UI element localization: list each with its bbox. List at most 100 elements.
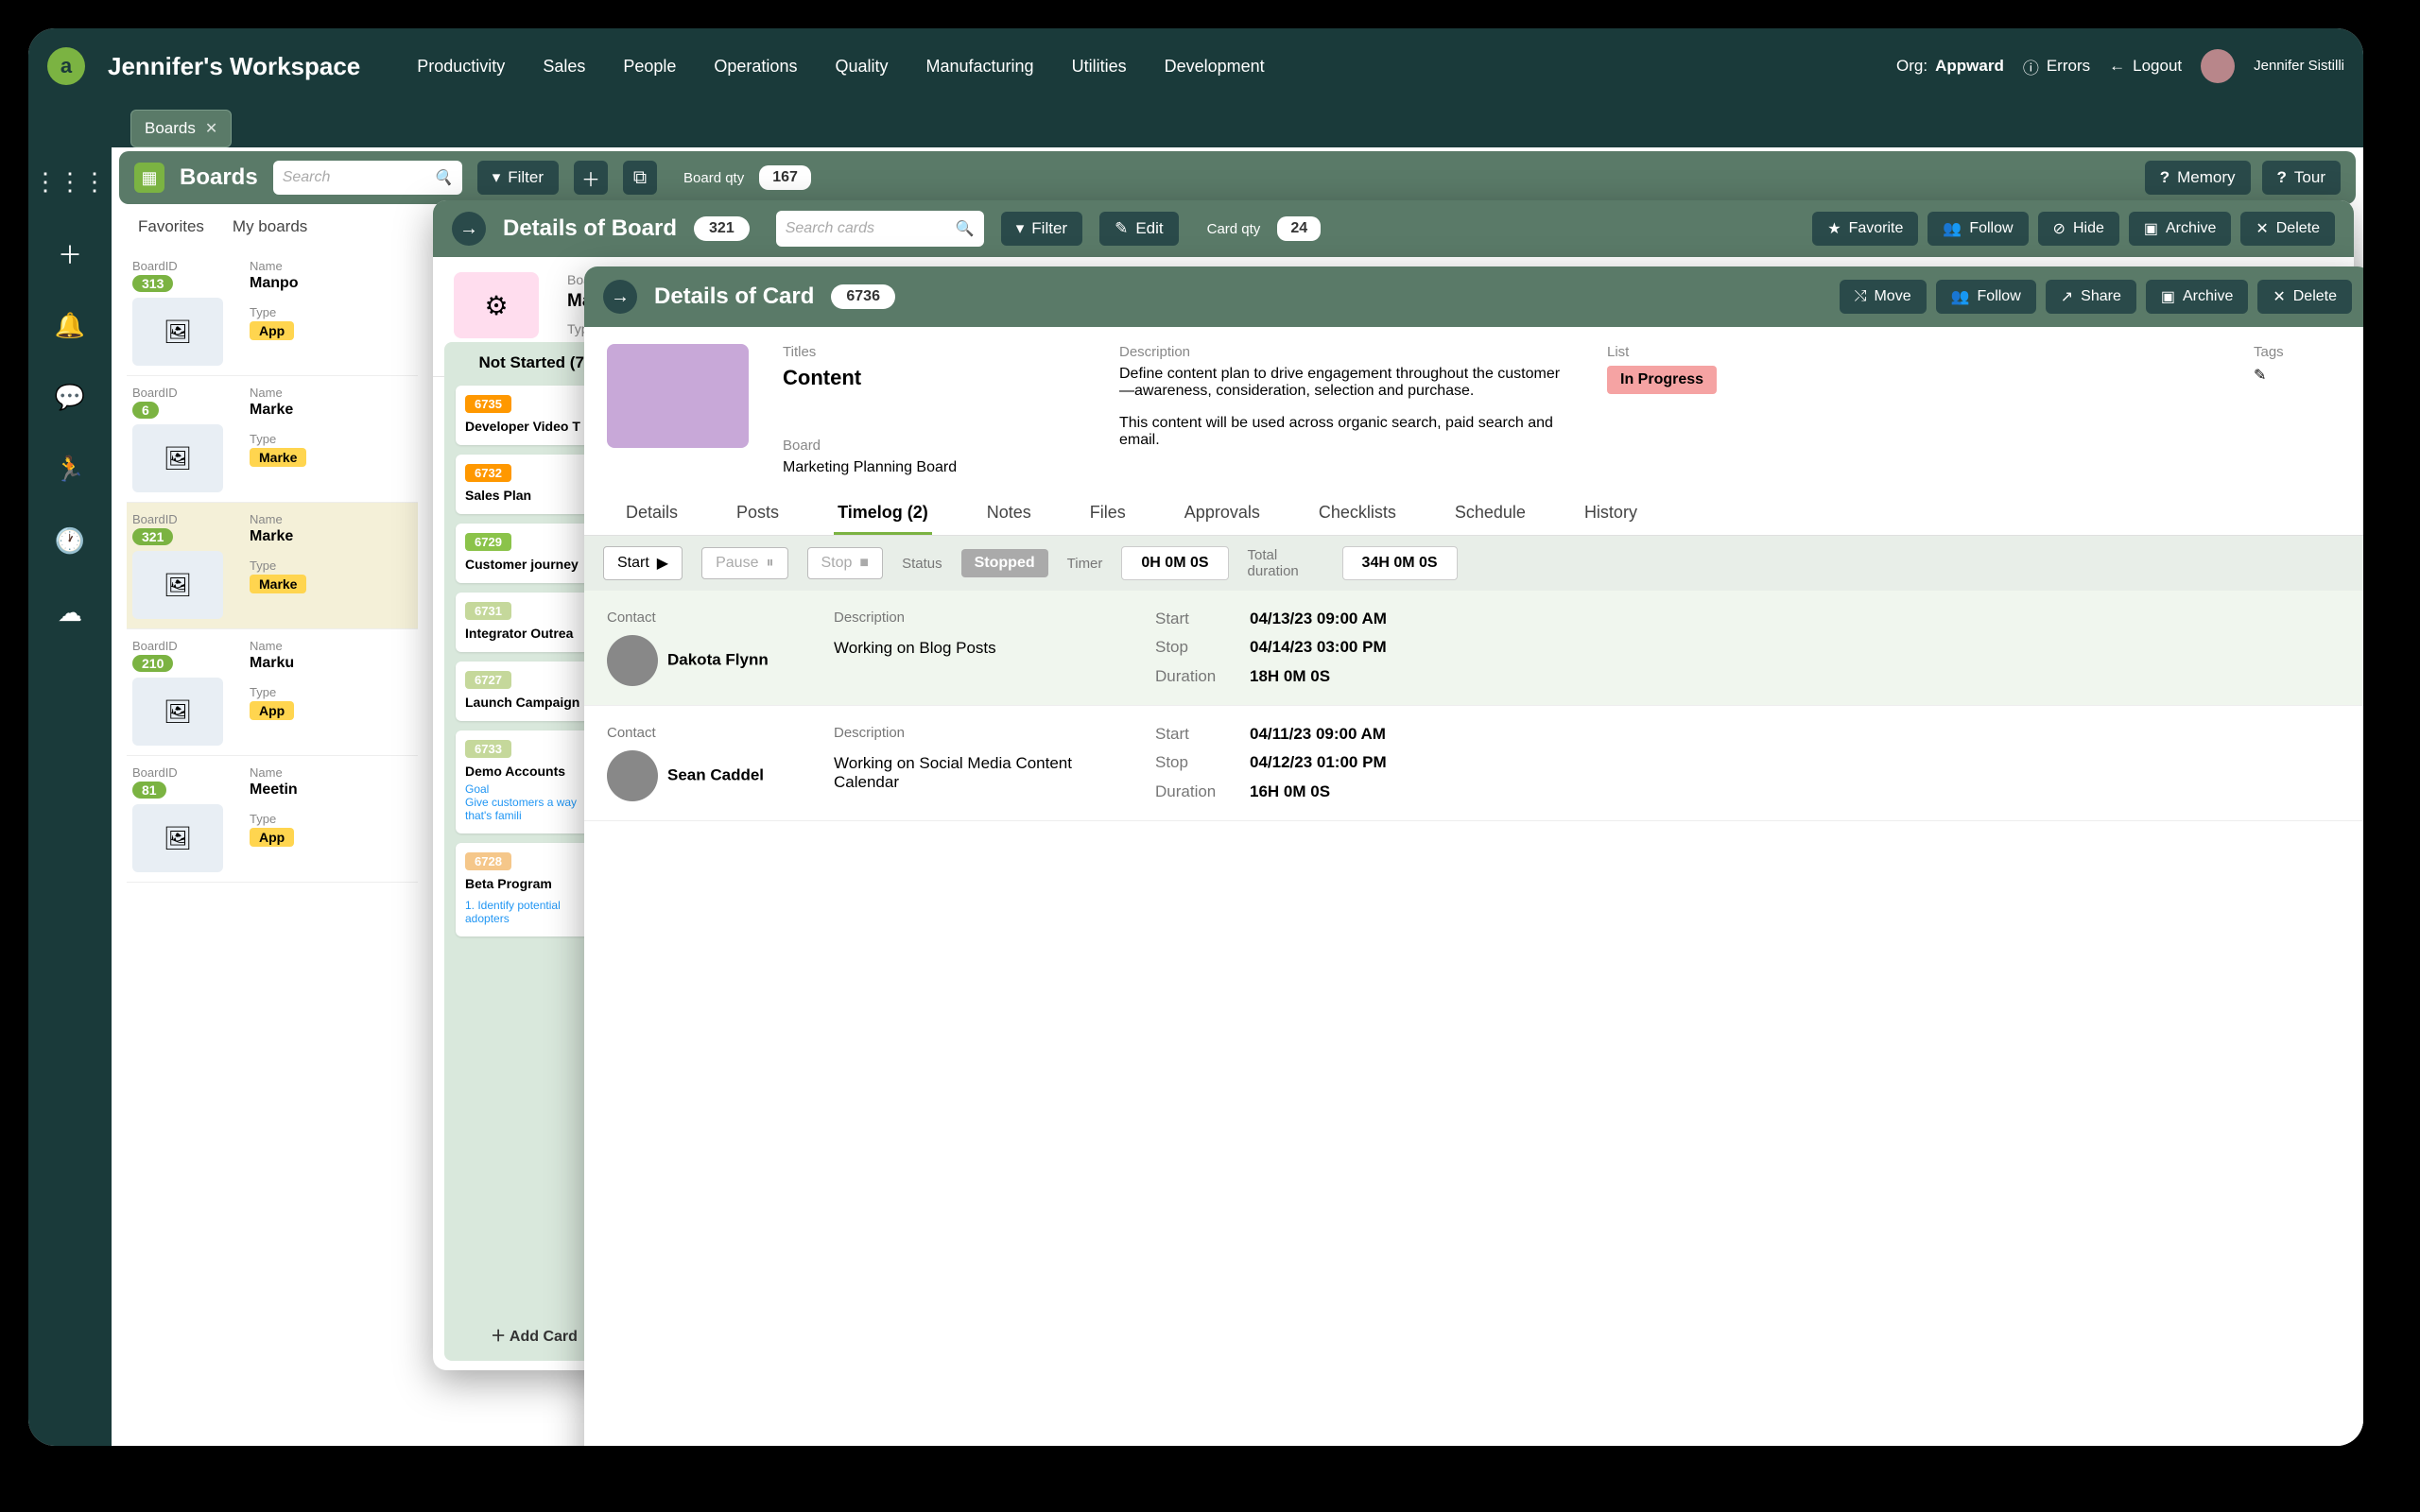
app-logo[interactable]: a — [47, 47, 85, 85]
card-board: Marketing Planning Board — [783, 459, 1085, 476]
total-duration-label: Total duration — [1248, 547, 1323, 579]
run-icon[interactable]: 🏃 — [55, 454, 85, 484]
card-desc-2: This content will be used across organic… — [1119, 415, 1573, 449]
tab-timelog[interactable]: Timelog (2) — [834, 493, 932, 535]
org-label: Org: Appward — [1896, 57, 2004, 76]
card-panel-title: Details of Card — [654, 284, 814, 310]
info-icon: ⓘ — [2023, 55, 2039, 78]
filter-icon: ▾ — [493, 168, 501, 187]
add-board-button[interactable]: ＋ — [574, 161, 608, 195]
card-detail-panel: → Details of Card 6736 ⤭Move 👥Follow ↗Sh… — [584, 266, 2363, 1446]
start-button[interactable]: Start▶ — [603, 546, 683, 580]
nav-development[interactable]: Development — [1165, 57, 1265, 77]
tab-posts[interactable]: Posts — [733, 493, 783, 535]
memory-button[interactable]: ?Memory — [2145, 161, 2251, 195]
stop-icon: ■ — [859, 555, 869, 572]
copy-button[interactable]: ⧉ — [623, 161, 657, 195]
star-icon: ★ — [1827, 219, 1841, 238]
card-desc-1: Define content plan to drive engagement … — [1119, 366, 1573, 400]
boards-icon: ▦ — [134, 163, 164, 193]
board-thumbnail: ⚙ — [454, 272, 539, 338]
filter-cards-button[interactable]: ▾Filter — [1001, 212, 1082, 246]
follow-card-button[interactable]: 👥Follow — [1936, 280, 2036, 314]
tour-button[interactable]: ?Tour — [2262, 161, 2341, 195]
user-name: Jennifer Sistilli — [2254, 58, 2344, 75]
card-id-pill: 6736 — [831, 284, 895, 309]
errors-button[interactable]: ⓘErrors — [2023, 55, 2090, 78]
board-id-pill: 321 — [694, 216, 750, 241]
search-icon: 🔍 — [434, 168, 453, 187]
hide-button[interactable]: ⊘Hide — [2038, 212, 2119, 246]
board-item[interactable]: BoardID210🖼 NameMarku TypeApp — [127, 629, 418, 756]
archive-card-button[interactable]: ▣Archive — [2146, 280, 2248, 314]
apps-icon[interactable]: ⋮⋮⋮ — [55, 166, 85, 197]
tab-files[interactable]: Files — [1086, 493, 1130, 535]
edit-board-button[interactable]: ✎Edit — [1099, 212, 1179, 246]
back-button[interactable]: → — [603, 280, 637, 314]
nav-productivity[interactable]: Productivity — [417, 57, 505, 77]
favorite-button[interactable]: ★Favorite — [1812, 212, 1918, 246]
timer-label: Timer — [1067, 556, 1103, 572]
follow-icon: 👥 — [1943, 219, 1962, 238]
cloud-icon[interactable]: ☁ — [55, 597, 85, 627]
nav-operations[interactable]: Operations — [714, 57, 797, 77]
tab-details[interactable]: Details — [622, 493, 682, 535]
pencil-icon[interactable]: ✎ — [2254, 368, 2266, 384]
board-qty-value: 167 — [759, 165, 811, 190]
card-list-status: In Progress — [1607, 366, 1717, 394]
total-duration-value: 34H 0M 0S — [1342, 546, 1458, 580]
tab-my-boards[interactable]: My boards — [233, 217, 307, 236]
board-item[interactable]: BoardID6🖼 NameMarke TypeMarke — [127, 376, 418, 503]
close-icon[interactable]: ✕ — [205, 119, 217, 138]
archive-button[interactable]: ▣Archive — [2129, 212, 2231, 246]
back-button[interactable]: → — [452, 212, 486, 246]
logout-button[interactable]: ←Logout — [2109, 57, 2182, 76]
move-button[interactable]: ⤭Move — [1840, 280, 1927, 314]
tab-approvals[interactable]: Approvals — [1181, 493, 1264, 535]
tab-history[interactable]: History — [1581, 493, 1641, 535]
board-item[interactable]: BoardID321🖼 NameMarke TypeMarke — [127, 503, 418, 629]
chat-icon[interactable]: 💬 — [55, 382, 85, 412]
nav-sales[interactable]: Sales — [543, 57, 585, 77]
pause-button[interactable]: Pause⏸ — [701, 547, 787, 579]
card-title: Content — [783, 366, 1085, 390]
timer-value: 0H 0M 0S — [1121, 546, 1228, 580]
card-thumbnail — [607, 344, 749, 448]
nav-manufacturing[interactable]: Manufacturing — [926, 57, 1034, 77]
pause-icon: ⏸ — [766, 555, 773, 572]
tab-checklists[interactable]: Checklists — [1315, 493, 1400, 535]
user-avatar[interactable] — [2201, 49, 2235, 83]
follow-button[interactable]: 👥Follow — [1927, 212, 2028, 246]
back-arrow-icon: ← — [2109, 57, 2125, 76]
status-label: Status — [902, 556, 942, 572]
move-icon: ⤭ — [1855, 288, 1867, 305]
tab-favorites[interactable]: Favorites — [138, 217, 204, 236]
tab-schedule[interactable]: Schedule — [1451, 493, 1530, 535]
nav-utilities[interactable]: Utilities — [1072, 57, 1127, 77]
x-icon: ✕ — [2256, 219, 2268, 238]
boards-search-input[interactable]: Search🔍 — [273, 161, 462, 195]
share-button[interactable]: ↗Share — [2046, 280, 2136, 314]
nav-quality[interactable]: Quality — [835, 57, 888, 77]
add-icon[interactable]: ＋ — [55, 238, 85, 268]
filter-button[interactable]: ▾Filter — [477, 161, 559, 195]
clock-icon[interactable]: 🕐 — [55, 525, 85, 556]
stop-button[interactable]: Stop■ — [807, 547, 884, 579]
share-icon: ↗ — [2061, 287, 2073, 306]
x-icon: ✕ — [2273, 287, 2285, 306]
delete-card-button[interactable]: ✕Delete — [2257, 280, 2352, 314]
search-icon: 🔍 — [956, 219, 975, 238]
card-qty-value: 24 — [1277, 216, 1321, 241]
search-cards-input[interactable]: Search cards🔍 — [776, 211, 984, 247]
tab-boards[interactable]: Boards ✕ — [130, 110, 232, 147]
play-icon: ▶ — [657, 554, 668, 573]
bell-icon[interactable]: 🔔 — [55, 310, 85, 340]
tab-notes[interactable]: Notes — [983, 493, 1035, 535]
delete-button[interactable]: ✕Delete — [2240, 212, 2335, 246]
board-panel-title: Details of Board — [503, 215, 677, 242]
timelog-row: ContactSean Caddel DescriptionWorking on… — [584, 706, 2363, 821]
nav-people[interactable]: People — [623, 57, 676, 77]
board-item[interactable]: BoardID313🖼 NameManpo TypeApp — [127, 249, 418, 376]
filter-icon: ▾ — [1016, 219, 1025, 238]
board-item[interactable]: BoardID81🖼 NameMeetin TypeApp — [127, 756, 418, 883]
